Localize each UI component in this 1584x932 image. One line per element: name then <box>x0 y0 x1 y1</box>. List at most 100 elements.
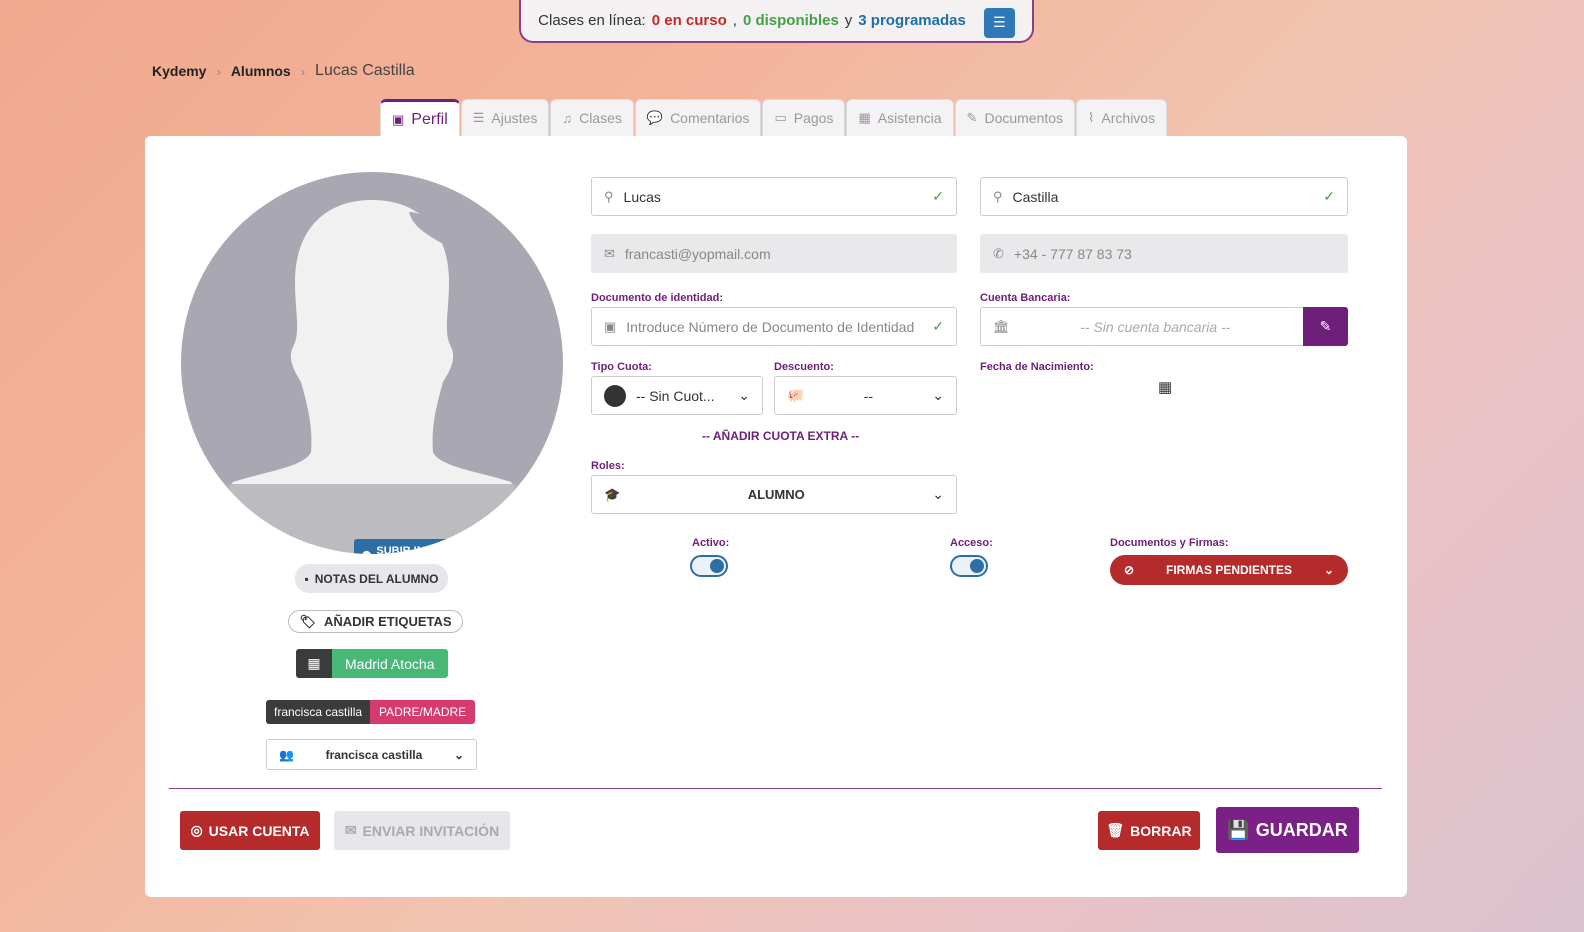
use-account-label: USAR CUENTA <box>208 822 310 839</box>
chevron-down-icon: ⌄ <box>738 387 750 403</box>
tab-label: Ajustes <box>491 110 538 126</box>
tab-comentarios[interactable]: 💬 Comentarios <box>634 99 762 136</box>
parent-select[interactable]: 👥 francisca castilla ⌄ <box>266 739 477 770</box>
active-label: Activo: <box>692 537 730 549</box>
ban-icon: ⊘ <box>1124 563 1135 577</box>
upload-label: SUBIR IMAGEN <box>376 545 458 554</box>
tab-label: Comentarios <box>670 110 750 126</box>
banner-in-progress[interactable]: 0 en curso <box>652 12 727 29</box>
docs-signatures-label: Documentos y Firmas: <box>1110 537 1229 549</box>
access-toggle[interactable] <box>950 555 988 577</box>
paperclip-icon: ⌇ <box>1088 110 1095 125</box>
delete-label: BORRAR <box>1130 822 1192 839</box>
active-toggle[interactable] <box>690 555 728 577</box>
save-icon: 💾 <box>1227 819 1250 840</box>
save-button[interactable]: 💾 GUARDAR <box>1216 807 1359 853</box>
tab-clases[interactable]: ♫ Clases <box>550 99 634 136</box>
tab-label: Documentos <box>984 110 1064 126</box>
chevron-down-icon: ⌄ <box>1323 563 1334 577</box>
last-name-value: Castilla <box>1012 188 1059 205</box>
tab-documentos[interactable]: ✎ Documentos <box>954 99 1076 136</box>
cloud-upload-icon: ☁ <box>360 545 372 555</box>
sticky-note-icon: ▪ <box>304 571 309 586</box>
discount-select[interactable]: 🐖 -- ⌄ <box>774 376 957 415</box>
student-notes-button[interactable]: ▪ NOTAS DEL ALUMNO <box>295 564 448 593</box>
email-value: francasti@yopmail.com <box>624 245 771 262</box>
id-card-icon: ▣ <box>392 111 405 127</box>
banner-available[interactable]: 0 disponibles <box>743 12 839 29</box>
bank-account-field[interactable]: 🏛 -- Sin cuenta bancaria -- <box>980 307 1304 346</box>
chevron-down-icon: ⌄ <box>932 486 944 502</box>
chevron-right-icon: › <box>300 63 306 79</box>
tab-label: Clases <box>579 110 622 126</box>
last-name-field[interactable]: ⚲ Castilla ✓ <box>980 177 1348 216</box>
bank-icon: 🏛 <box>993 318 1010 334</box>
pending-signatures-dropdown[interactable]: ⊘ FIRMAS PENDIENTES ⌄ <box>1110 555 1348 585</box>
banner-scheduled[interactable]: 3 programadas <box>858 12 966 29</box>
chevron-down-icon: ⌄ <box>932 387 944 403</box>
id-document-input[interactable]: ▣ Introduce Número de Documento de Ident… <box>591 307 957 346</box>
profile-card: ☁ SUBIR IMAGEN ▪ NOTAS DEL ALUMNO 🏷 AÑAD… <box>145 136 1407 897</box>
upload-image-button[interactable]: ☁ SUBIR IMAGEN <box>354 539 464 554</box>
tab-label: Perfil <box>411 110 448 128</box>
music-icon: ♫ <box>562 110 573 126</box>
toggle-knob <box>970 559 984 573</box>
send-invitation-label: ENVIAR INVITACIÓN <box>362 822 500 839</box>
fee-type-select[interactable]: -- Sin Cuot... ⌄ <box>591 376 763 415</box>
id-document-placeholder: Introduce Número de Documento de Identid… <box>626 318 915 335</box>
parent-badge[interactable]: francisca castilla PADRE/MADRE <box>266 700 476 724</box>
banner-and: y <box>844 12 853 29</box>
center-badge[interactable]: ▦ Madrid Atocha <box>296 649 448 678</box>
roles-value: ALUMNO <box>747 487 805 502</box>
roles-select[interactable]: 🎓 ALUMNO ⌄ <box>591 475 957 514</box>
breadcrumb: Kydemy › Alumnos › Lucas Castilla <box>152 62 415 80</box>
pending-signatures-label: FIRMAS PENDIENTES <box>1165 563 1292 577</box>
id-document-label: Documento de identidad: <box>591 292 723 304</box>
birth-date-label: Fecha de Nacimiento: <box>980 361 1094 373</box>
parent-name: francisca castilla <box>266 700 371 724</box>
file-signature-icon: ✎ <box>966 110 978 125</box>
id-card-icon: ▣ <box>604 318 617 334</box>
bank-account-value: -- Sin cuenta bancaria -- <box>1080 318 1231 335</box>
money-icon: ▭ <box>774 110 787 125</box>
envelope-icon: ✉ <box>604 245 615 261</box>
search-icon: ⚲ <box>993 188 1003 204</box>
breadcrumb-kydemy[interactable]: Kydemy <box>152 63 206 79</box>
first-name-field[interactable]: ⚲ Lucas ✓ <box>591 177 957 216</box>
fee-color-dot <box>604 384 626 407</box>
discount-value: -- <box>863 387 874 404</box>
tab-asistencia[interactable]: ▦ Asistencia <box>846 99 954 136</box>
graduation-icon: 🎓 <box>604 486 621 502</box>
send-invitation-button[interactable]: ✉ ENVIAR INVITACIÓN <box>334 811 510 850</box>
edit-bank-button[interactable]: ✎ <box>1303 307 1348 346</box>
delete-button[interactable]: 🗑 BORRAR <box>1098 811 1200 850</box>
access-label: Acceso: <box>950 537 993 549</box>
live-classes-banner: Clases en línea: 0 en curso , 0 disponib… <box>519 0 1034 43</box>
chevron-right-icon: › <box>216 63 221 79</box>
tab-perfil[interactable]: ▣ Perfil <box>380 99 460 137</box>
tab-ajustes[interactable]: ☰ Ajustes <box>460 99 550 136</box>
parent-select-value: francisca castilla <box>325 747 423 762</box>
piggy-bank-icon: 🐖 <box>787 387 805 403</box>
edit-icon: ✎ <box>1319 318 1332 334</box>
tab-label: Archivos <box>1101 110 1156 126</box>
list-icon: ☰ <box>993 14 1006 30</box>
calendar-plus-icon[interactable]: ▦ <box>1158 378 1172 396</box>
fee-type-value: -- Sin Cuot... <box>636 387 715 404</box>
user-silhouette-icon <box>181 200 561 554</box>
breadcrumb-current: Lucas Castilla <box>315 62 415 79</box>
chevron-down-icon: ⌄ <box>453 747 464 762</box>
banner-prefix: Clases en línea: <box>538 12 646 29</box>
tab-archivos[interactable]: ⌇ Archivos <box>1076 99 1168 136</box>
avatar: ☁ SUBIR IMAGEN <box>181 172 563 554</box>
banner-comma: , <box>732 12 737 29</box>
add-extra-fee-link[interactable]: -- AÑADIR CUOTA EXTRA -- <box>702 429 859 443</box>
breadcrumb-alumnos[interactable]: Alumnos <box>231 63 291 79</box>
tab-pagos[interactable]: ▭ Pagos <box>762 99 846 136</box>
tag-icon: 🏷 <box>299 613 316 629</box>
search-icon: ⚲ <box>604 188 614 204</box>
use-account-button[interactable]: ◎ USAR CUENTA <box>180 811 320 850</box>
add-tags-button[interactable]: 🏷 AÑADIR ETIQUETAS <box>288 610 463 633</box>
list-icon-button[interactable]: ☰ <box>983 7 1015 38</box>
profile-tabs: ▣ Perfil ☰ Ajustes ♫ Clases 💬 Comentario… <box>380 99 1168 137</box>
